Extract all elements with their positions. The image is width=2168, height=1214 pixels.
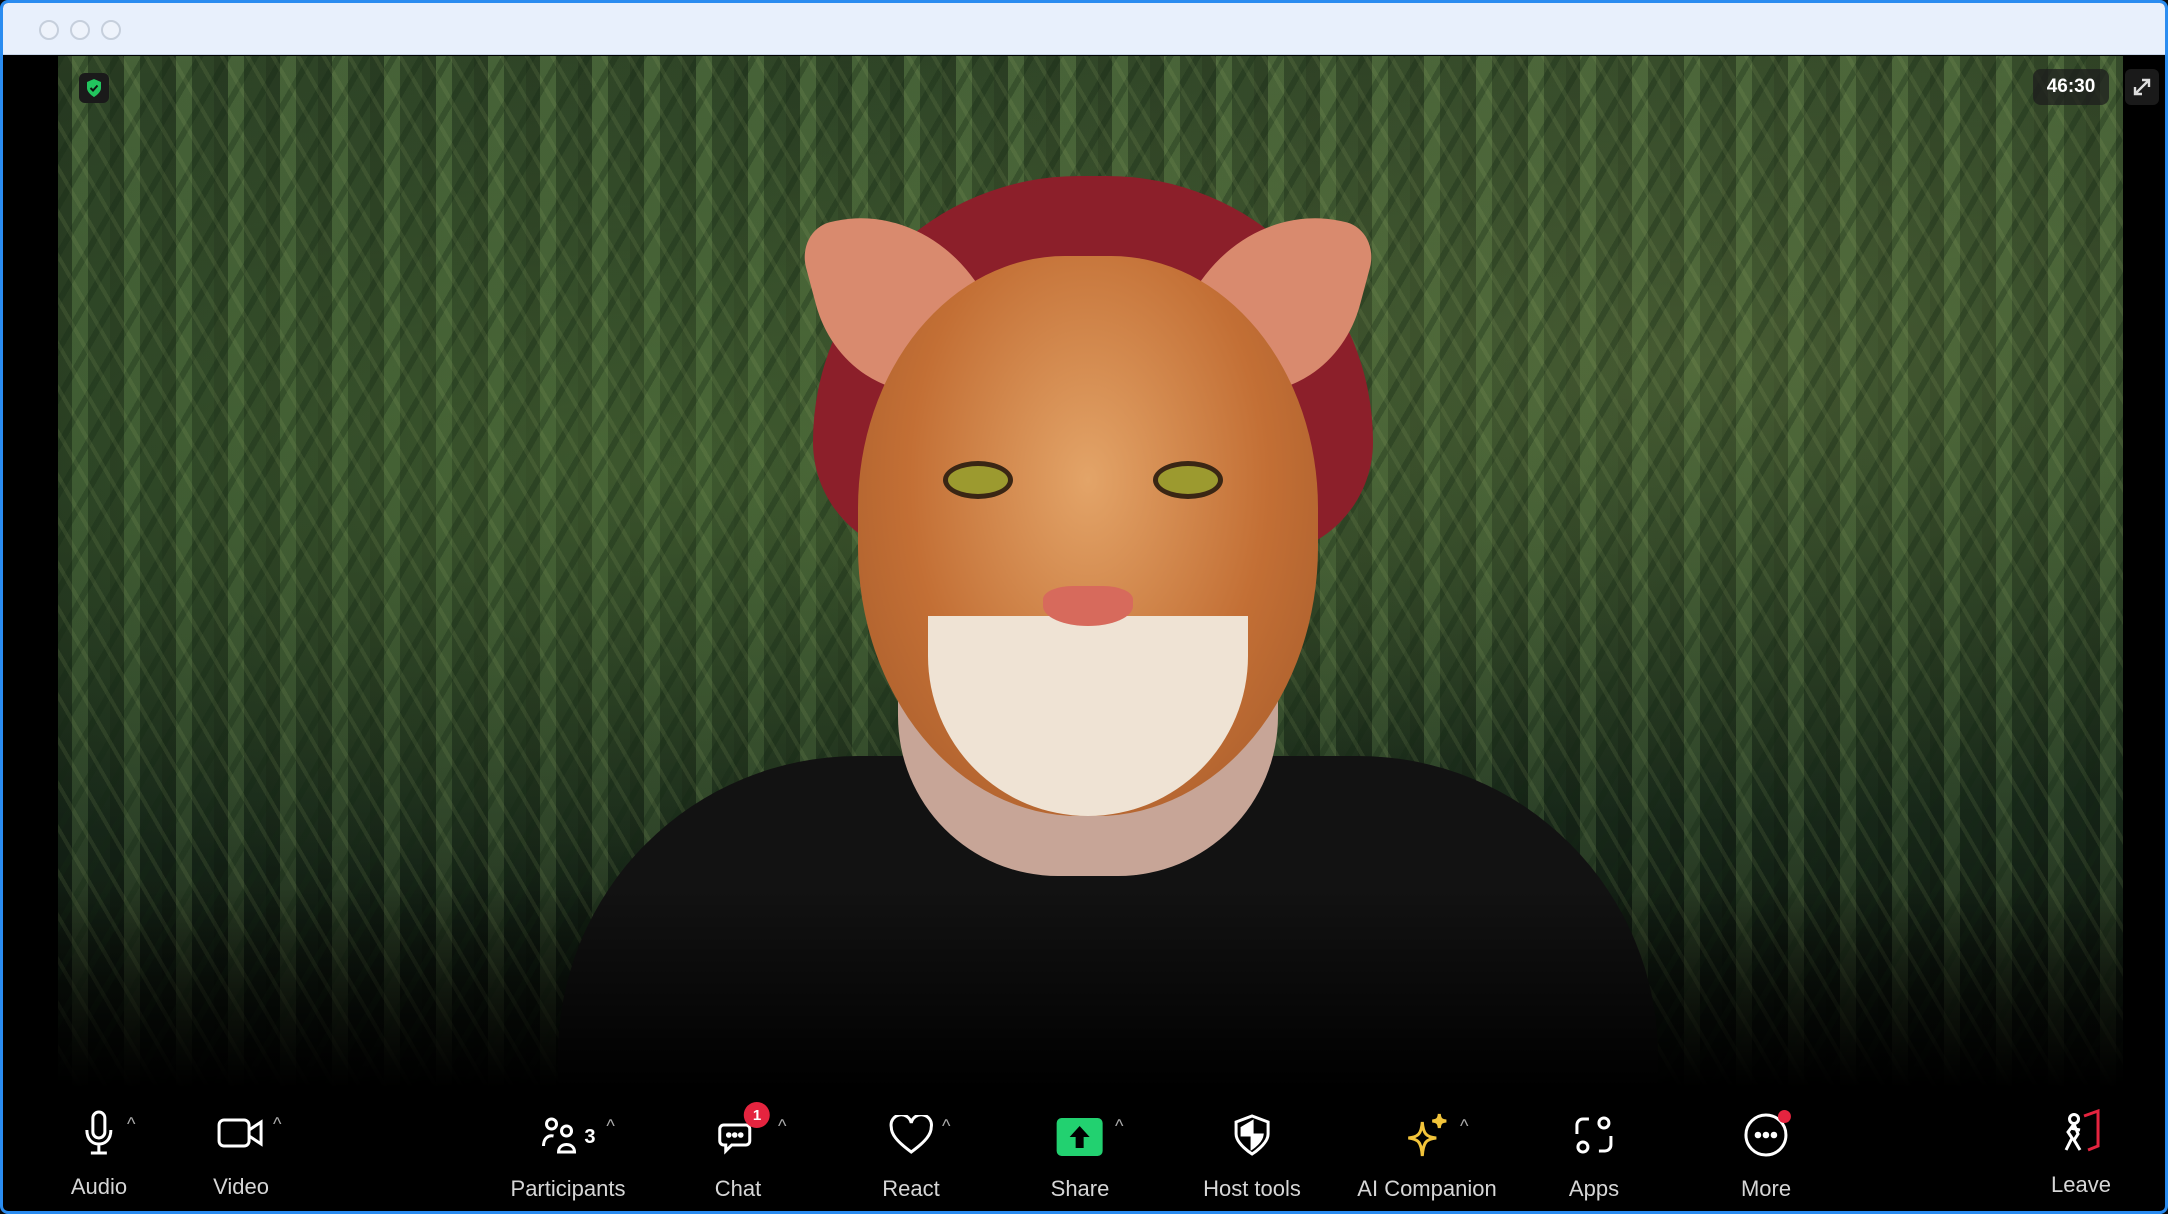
close-window-button[interactable] [39,20,59,40]
share-arrow-icon [1057,1118,1103,1156]
video-button[interactable]: ^ Video [213,1108,281,1200]
host-tools-label: Host tools [1203,1176,1301,1201]
chat-label: Chat [714,1176,762,1201]
share-button[interactable]: ^ Share [1050,1110,1124,1202]
cat-eye-right [1153,461,1223,499]
participants-options-caret[interactable]: ^ [606,1116,614,1137]
video-options-caret[interactable]: ^ [273,1114,281,1135]
more-notification-dot [1778,1110,1791,1123]
share-label: Share [1050,1176,1110,1201]
leave-button[interactable]: Leave [2051,1106,2111,1198]
react-button[interactable]: ^ React [882,1110,950,1202]
meeting-toolbar: ^ Audio ^ Video 3 ^ Participants 1 ^ Chat … [6,1088,2162,1208]
participants-label: Participants [510,1176,626,1201]
sparkle-icon [1404,1112,1450,1163]
participants-count: 3 [584,1125,596,1148]
audio-button[interactable]: ^ Audio [70,1108,135,1200]
leave-door-icon [2058,1108,2104,1159]
participants-button[interactable]: 3 ^ Participants [511,1110,626,1202]
cat-nose [1043,586,1133,626]
host-tools-button[interactable]: Host tools [1203,1110,1301,1202]
audio-options-caret[interactable]: ^ [127,1114,135,1135]
apps-button[interactable]: Apps [1569,1110,1619,1202]
participants-icon [540,1116,580,1159]
expand-icon[interactable] [2125,69,2159,105]
heart-icon [888,1112,934,1160]
share-options-caret[interactable]: ^ [1115,1116,1123,1137]
chat-button[interactable]: 1 ^ Chat [714,1102,786,1202]
audio-label: Audio [70,1174,128,1199]
react-label: React [882,1176,940,1201]
cat-eye-left [943,461,1013,499]
shield-icon [1233,1113,1271,1161]
react-options-caret[interactable]: ^ [942,1116,950,1137]
video-label: Video [213,1174,269,1199]
ai-companion-button[interactable]: ^ AI Companion [1357,1110,1497,1202]
minimize-window-button[interactable] [70,20,90,40]
chat-unread-badge: 1 [743,1102,770,1128]
microphone-icon [83,1110,115,1161]
zoom-window: 46:30 ^ Audio ^ Video 3 ^ Participants 1 ^… [0,0,2168,1214]
leave-label: Leave [2051,1172,2111,1197]
ai-companion-label: AI Companion [1357,1176,1497,1201]
ai-companion-options-caret[interactable]: ^ [1460,1116,1468,1137]
title-bar [3,3,2165,55]
video-shade [58,888,2123,1088]
apps-label: Apps [1568,1176,1620,1201]
zoom-window-button[interactable] [101,20,121,40]
apps-icon [1573,1114,1615,1161]
video-camera-icon [217,1117,265,1154]
chat-options-caret[interactable]: ^ [778,1116,786,1137]
video-feed [58,56,2123,1088]
more-label: More [1740,1176,1792,1201]
meeting-timer: 46:30 [2033,69,2109,105]
more-button[interactable]: More [1741,1110,1791,1202]
shield-check-icon[interactable] [79,73,109,103]
